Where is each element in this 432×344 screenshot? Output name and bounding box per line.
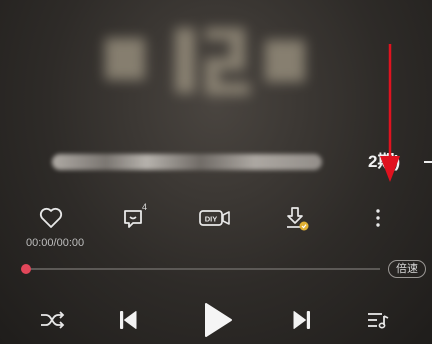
shuffle-icon <box>41 311 65 329</box>
download-icon <box>287 207 309 231</box>
comment-button[interactable]: 4 <box>116 200 152 236</box>
comment-count-badge: 4 <box>142 202 148 212</box>
song-title: 2期) <box>52 148 432 176</box>
play-icon <box>205 303 232 337</box>
next-icon <box>293 311 310 329</box>
play-button[interactable] <box>197 298 237 342</box>
shuffle-button[interactable] <box>34 298 70 342</box>
like-button[interactable] <box>33 200 69 236</box>
previous-button[interactable] <box>110 298 146 342</box>
speed-button[interactable]: 倍速 <box>388 260 426 278</box>
more-icon <box>376 209 380 227</box>
title-dash <box>424 161 432 163</box>
annotation-arrow-icon <box>380 44 400 182</box>
playback-controls <box>0 298 432 342</box>
heart-icon <box>39 207 63 228</box>
diy-label: DIY <box>205 215 218 224</box>
progress-thumb[interactable] <box>21 264 31 274</box>
album-cover-blurred <box>95 18 310 103</box>
download-button[interactable] <box>278 200 314 236</box>
progress-bar[interactable] <box>21 264 380 274</box>
next-button[interactable] <box>284 298 320 342</box>
previous-icon <box>120 311 137 329</box>
more-button[interactable] <box>360 200 396 236</box>
diy-video-icon: DIY <box>199 210 230 226</box>
diy-video-button[interactable]: DIY <box>197 200 233 236</box>
time-display: 00:00/00:00 <box>26 237 85 249</box>
playlist-button[interactable] <box>360 298 396 342</box>
playlist-icon <box>368 313 389 329</box>
action-row: 4 DIY <box>0 200 432 236</box>
song-title-blurred <box>52 154 322 170</box>
